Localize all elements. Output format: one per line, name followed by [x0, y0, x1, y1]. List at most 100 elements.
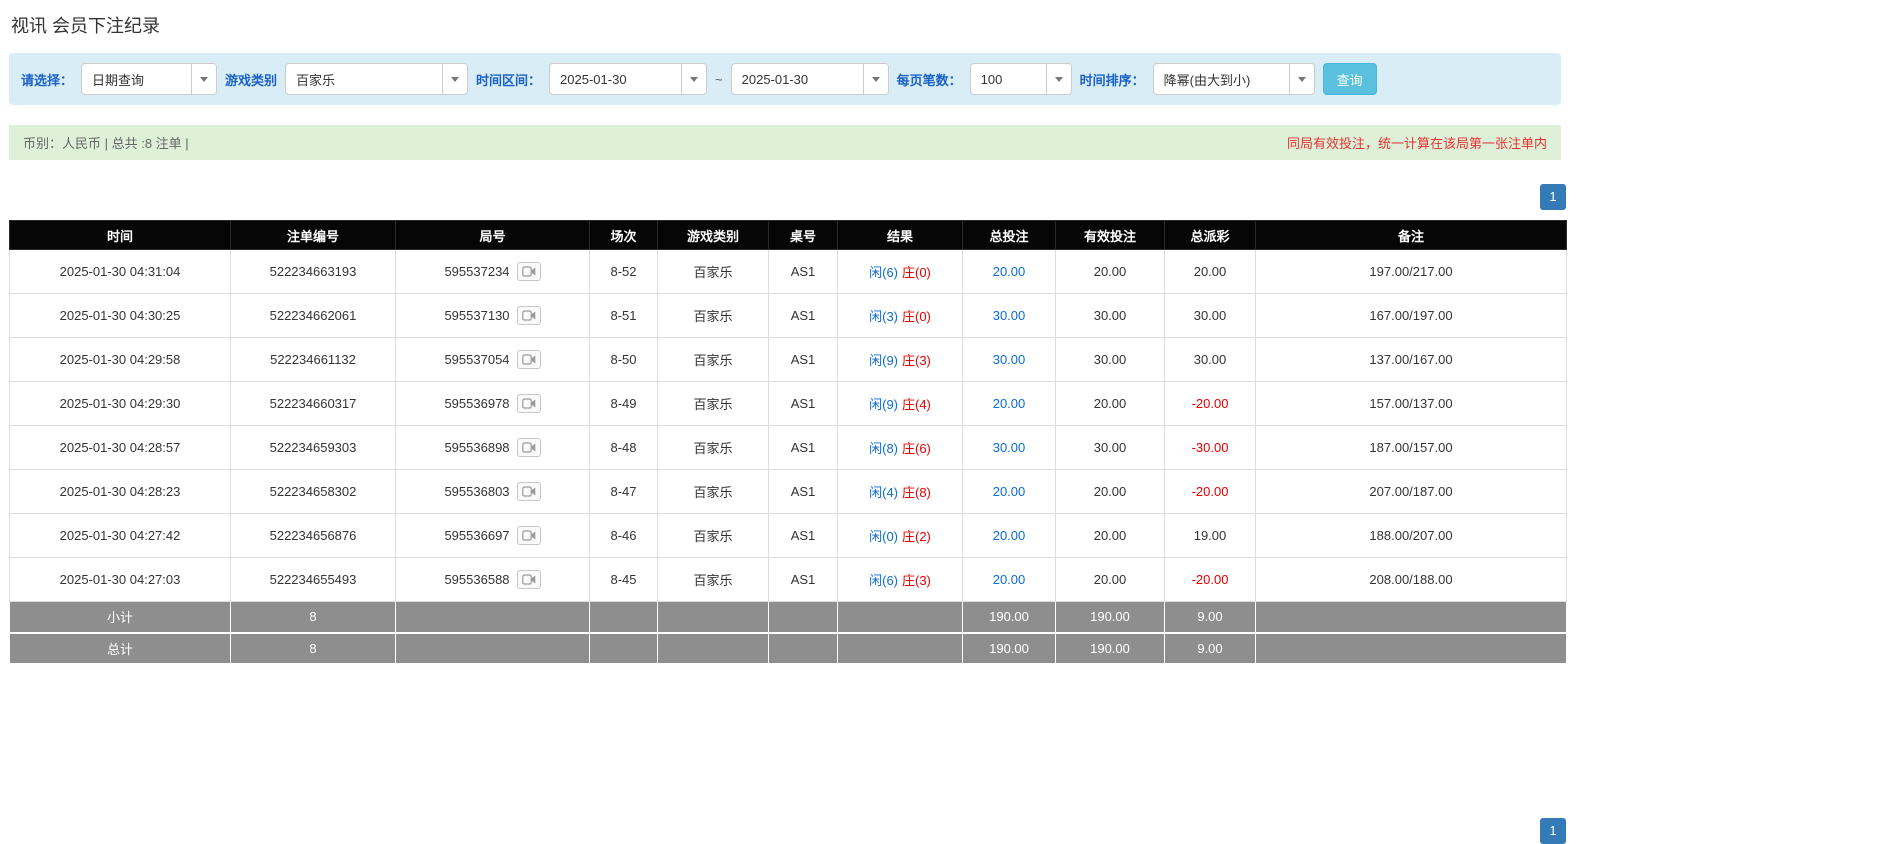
- game-type-dropdown[interactable]: 百家乐: [285, 63, 469, 95]
- round-id-text: 595537054: [444, 352, 510, 367]
- chevron-down-icon[interactable]: [1288, 64, 1314, 94]
- replay-video-icon[interactable]: [516, 306, 541, 325]
- replay-video-icon[interactable]: [516, 262, 541, 281]
- total-count: 8: [230, 632, 396, 664]
- pagination-top: 1: [9, 184, 1566, 210]
- column-header-game-type: 游戏类别: [657, 220, 769, 250]
- replay-video-icon[interactable]: [516, 438, 541, 457]
- subtotal-row: 小计 8 190.00 190.00 9.00: [9, 601, 1567, 634]
- cell-round-id: 595536803: [395, 469, 590, 514]
- chevron-down-icon[interactable]: [1045, 64, 1071, 94]
- cell-result: 闲(3) 庄(0): [837, 293, 963, 338]
- cell-round-id: 595537054: [395, 337, 590, 382]
- result-player: 闲(9): [869, 397, 898, 412]
- cell-time: 2025-01-30 04:28:23: [9, 469, 231, 514]
- cell-table-no: AS1: [768, 381, 838, 426]
- cell-payout: 30.00: [1164, 337, 1256, 382]
- currency-summary-text: 币别：人民币 | 总共 :8 注单 |: [23, 136, 189, 151]
- page-size-dropdown[interactable]: 100: [969, 63, 1072, 95]
- date-range-separator: ~: [715, 71, 723, 87]
- date-to-value[interactable]: 2025-01-30: [732, 64, 863, 94]
- chevron-down-icon[interactable]: [862, 64, 888, 94]
- cell-game-type: 百家乐: [657, 381, 769, 426]
- cell-result: 闲(6) 庄(3): [837, 557, 963, 602]
- column-header-payout: 总派彩: [1164, 220, 1256, 250]
- sort-order-value[interactable]: 降幂(由大到小): [1154, 64, 1289, 94]
- replay-video-icon[interactable]: [516, 482, 541, 501]
- cell-round-id: 595537130: [395, 293, 590, 338]
- total-label: 总计: [9, 632, 231, 664]
- replay-video-icon[interactable]: [516, 526, 541, 545]
- column-header-round-id: 局号: [395, 220, 590, 250]
- cell-bet-id: 522234662061: [230, 293, 396, 338]
- cell-game-type: 百家乐: [657, 293, 769, 338]
- pagination-page-1[interactable]: 1: [1540, 184, 1566, 210]
- cell-result: 闲(9) 庄(4): [837, 381, 963, 426]
- game-type-value[interactable]: 百家乐: [286, 64, 442, 94]
- cell-session: 8-49: [589, 381, 658, 426]
- cell-time: 2025-01-30 04:29:30: [9, 381, 231, 426]
- result-banker: 庄(3): [902, 573, 931, 588]
- cell-valid-bet: 30.00: [1055, 337, 1165, 382]
- total-bet-link[interactable]: 20.00: [993, 264, 1026, 279]
- date-from-input[interactable]: 2025-01-30: [549, 63, 708, 95]
- table-row: 2025-01-30 04:27:03 522234655493 5955365…: [9, 557, 1567, 602]
- page-content: 视讯 会员下注纪录 请选择： 日期查询 游戏类别 百家乐 时间区间： 2025-…: [0, 0, 1575, 664]
- date-from-value[interactable]: 2025-01-30: [550, 64, 681, 94]
- table-row: 2025-01-30 04:29:58 522234661132 5955370…: [9, 337, 1567, 382]
- chevron-down-icon[interactable]: [442, 64, 468, 94]
- total-bet-link[interactable]: 20.00: [993, 396, 1026, 411]
- result-banker: 庄(6): [902, 441, 931, 456]
- table-row: 2025-01-30 04:27:42 522234656876 5955366…: [9, 513, 1567, 558]
- cell-total-bet: 20.00: [962, 249, 1056, 294]
- cell-note: 137.00/167.00: [1255, 337, 1567, 382]
- subtotal-valid-bet: 190.00: [1055, 601, 1165, 634]
- result-banker: 庄(3): [902, 353, 931, 368]
- total-bet-link[interactable]: 20.00: [993, 528, 1026, 543]
- column-header-valid-bet: 有效投注: [1055, 220, 1165, 250]
- cell-total-bet: 20.00: [962, 469, 1056, 514]
- sort-order-dropdown[interactable]: 降幂(由大到小): [1152, 63, 1315, 95]
- cell-total-bet: 30.00: [962, 425, 1056, 470]
- pagination-page-bottom[interactable]: 1: [1540, 818, 1566, 844]
- cell-game-type: 百家乐: [657, 557, 769, 602]
- grand-total-row: 总计 8 190.00 190.00 9.00: [9, 632, 1567, 664]
- cell-bet-id: 522234660317: [230, 381, 396, 426]
- chevron-down-icon[interactable]: [681, 64, 707, 94]
- cell-table-no: AS1: [768, 293, 838, 338]
- cell-bet-id: 522234655493: [230, 557, 396, 602]
- replay-video-icon[interactable]: [516, 570, 541, 589]
- select-type-value[interactable]: 日期查询: [82, 64, 191, 94]
- cell-game-type: 百家乐: [657, 249, 769, 294]
- column-header-table-no: 桌号: [768, 220, 838, 250]
- total-bet-link[interactable]: 30.00: [993, 440, 1026, 455]
- table-row: 2025-01-30 04:29:30 522234660317 5955369…: [9, 381, 1567, 426]
- cell-session: 8-46: [589, 513, 658, 558]
- total-bet-link[interactable]: 30.00: [993, 352, 1026, 367]
- cell-time: 2025-01-30 04:27:42: [9, 513, 231, 558]
- date-to-input[interactable]: 2025-01-30: [730, 63, 889, 95]
- filter-label-select-type: 请选择：: [21, 72, 74, 88]
- result-player: 闲(6): [869, 265, 898, 280]
- total-bet-link[interactable]: 20.00: [993, 572, 1026, 587]
- subtotal-label: 小计: [9, 601, 231, 634]
- chevron-down-icon[interactable]: [191, 64, 217, 94]
- cell-valid-bet: 20.00: [1055, 469, 1165, 514]
- cell-bet-id: 522234658302: [230, 469, 396, 514]
- total-bet-link[interactable]: 20.00: [993, 484, 1026, 499]
- table-row: 2025-01-30 04:28:57 522234659303 5955368…: [9, 425, 1567, 470]
- cell-valid-bet: 30.00: [1055, 425, 1165, 470]
- total-bet-link[interactable]: 30.00: [993, 308, 1026, 323]
- result-banker: 庄(0): [902, 265, 931, 280]
- cell-time: 2025-01-30 04:27:03: [9, 557, 231, 602]
- replay-video-icon[interactable]: [516, 350, 541, 369]
- select-type-dropdown[interactable]: 日期查询: [81, 63, 218, 95]
- table-row: 2025-01-30 04:28:23 522234658302 5955368…: [9, 469, 1567, 514]
- notice-text: 同局有效投注，统一计算在该局第一张注单内: [1286, 136, 1547, 151]
- page-size-value[interactable]: 100: [971, 64, 1046, 94]
- cell-session: 8-45: [589, 557, 658, 602]
- replay-video-icon[interactable]: [516, 394, 541, 413]
- cell-table-no: AS1: [768, 557, 838, 602]
- search-button[interactable]: 查询: [1322, 63, 1377, 95]
- column-header-session: 场次: [589, 220, 658, 250]
